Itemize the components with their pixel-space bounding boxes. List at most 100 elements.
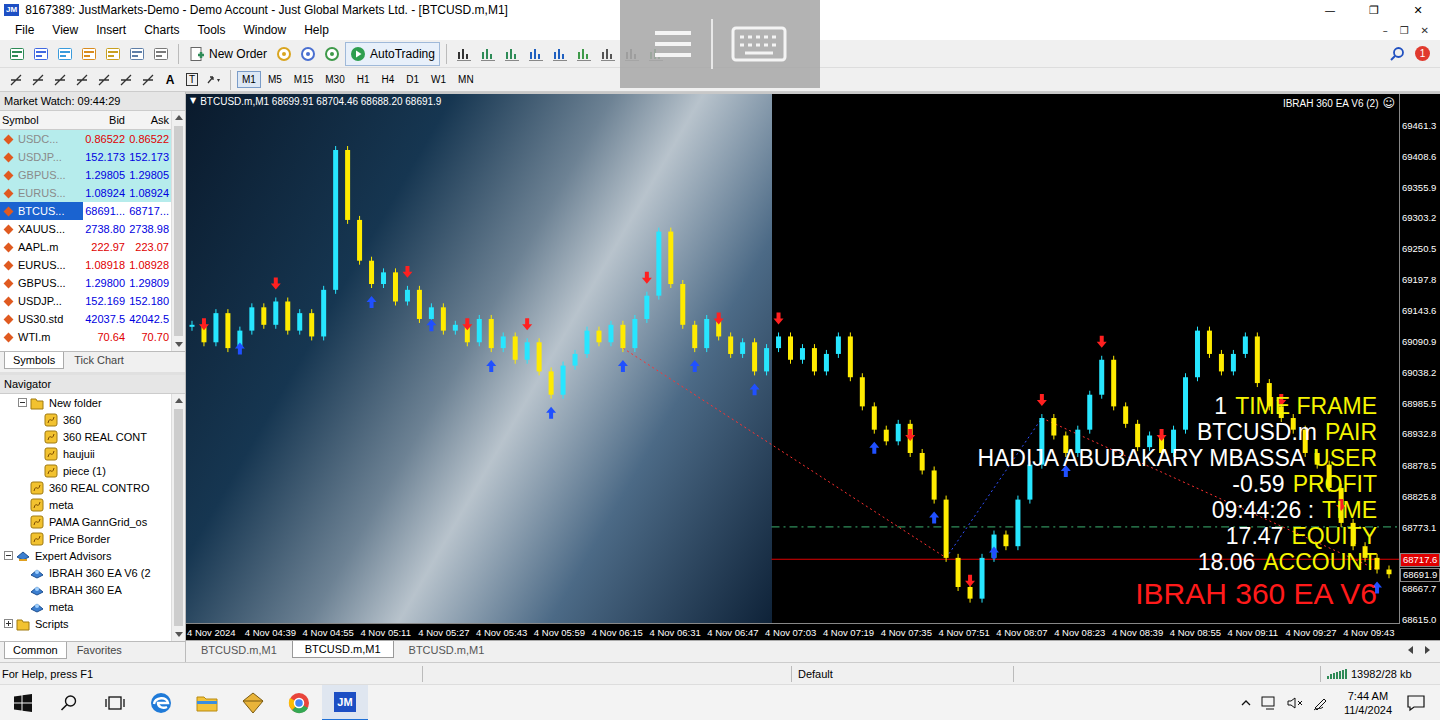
symbol-row[interactable]: WTI.m70.6470.70	[0, 328, 171, 346]
period-button[interactable]: H4	[377, 71, 400, 88]
navigator-item[interactable]: meta	[0, 496, 171, 513]
menu-item[interactable]: View	[43, 23, 87, 37]
vertical-line-icon[interactable]	[50, 70, 70, 90]
navigator-tab[interactable]: Common	[4, 642, 67, 659]
chart-tab[interactable]: BTCUSD.m,M1	[396, 641, 498, 659]
market-watch-tab[interactable]: Symbols	[4, 352, 64, 369]
metaeditor-icon[interactable]	[273, 43, 295, 65]
symbol-row[interactable]: BTCUS...68691...68717...	[0, 202, 171, 220]
column-header[interactable]: Bid	[83, 111, 127, 129]
new-order-button[interactable]: New Order	[185, 43, 271, 65]
package-taskbar-button[interactable]	[230, 685, 276, 720]
symbol-row[interactable]: XAUUS...2738.802738.98	[0, 220, 171, 238]
chart-tab[interactable]: BTCUSD.m,M1	[292, 641, 394, 658]
navigator-item[interactable]: 360	[0, 411, 171, 428]
period-button[interactable]: M30	[320, 71, 349, 88]
expander-icon[interactable]	[4, 619, 13, 628]
menu-item[interactable]: File	[6, 23, 43, 37]
network-icon[interactable]	[1260, 695, 1278, 711]
keyboard-icon[interactable]	[731, 26, 787, 62]
profiles-icon[interactable]	[30, 43, 52, 65]
horizontal-line-icon[interactable]	[72, 70, 92, 90]
symbol-row[interactable]: USDJP...152.173152.173	[0, 148, 171, 166]
line-chart-icon[interactable]	[501, 43, 523, 65]
notifications-icon[interactable]	[1406, 694, 1426, 712]
notification-badge[interactable]: 1	[1415, 46, 1430, 61]
speaker-muted-icon[interactable]	[1286, 695, 1304, 711]
mdi-control-button[interactable]: ✕	[1418, 25, 1432, 36]
symbol-row[interactable]: EURUS...1.089241.08924	[0, 184, 171, 202]
explorer-taskbar-button[interactable]	[184, 685, 230, 720]
expander-icon[interactable]	[18, 398, 27, 407]
bar-chart-icon[interactable]	[453, 43, 475, 65]
zoom-in-icon[interactable]	[525, 43, 547, 65]
clock[interactable]: 7:44 AM11/4/2024	[1338, 689, 1398, 717]
navigator-item[interactable]: haujuii	[0, 445, 171, 462]
market-icon[interactable]	[321, 43, 343, 65]
period-button[interactable]: MN	[453, 71, 479, 88]
symbol-row[interactable]: USDC...0.865220.86522	[0, 130, 171, 148]
tile-icon[interactable]	[573, 43, 595, 65]
column-header[interactable]: Ask	[127, 111, 171, 129]
edge-taskbar-button[interactable]	[138, 685, 184, 720]
navigator-item[interactable]: IBRAH 360 EA	[0, 581, 171, 598]
autoscroll-icon[interactable]	[597, 43, 619, 65]
navigator-item[interactable]: 360 REAL CONTRO	[0, 479, 171, 496]
menu-icon[interactable]	[653, 29, 693, 59]
data-window-icon[interactable]	[78, 43, 100, 65]
start-button[interactable]	[0, 685, 46, 720]
period-button[interactable]: M1	[237, 71, 261, 88]
navigator-item[interactable]: Scripts	[0, 615, 171, 632]
market-watch-tab[interactable]: Tick Chart	[66, 352, 132, 368]
search-icon[interactable]	[1389, 46, 1405, 62]
period-button[interactable]: H1	[352, 71, 375, 88]
channel-icon[interactable]	[116, 70, 136, 90]
navigator-tab[interactable]: Favorites	[69, 642, 130, 658]
period-button[interactable]: M5	[263, 71, 287, 88]
scrollbar[interactable]	[171, 111, 185, 351]
menu-item[interactable]: Tools	[189, 23, 235, 37]
trendline-icon[interactable]	[94, 70, 114, 90]
terminal-taskbar-button[interactable]: JM	[322, 685, 368, 720]
symbol-row[interactable]: GBPUS...1.298001.29809	[0, 274, 171, 292]
column-header[interactable]: Symbol	[0, 111, 83, 129]
navigator-item[interactable]: 360 REAL CONT	[0, 428, 171, 445]
signals-icon[interactable]	[297, 43, 319, 65]
menu-item[interactable]: Charts	[135, 23, 188, 37]
symbol-row[interactable]: US30.std42037.542042.5	[0, 310, 171, 328]
label-tool-button[interactable]: T	[182, 70, 202, 90]
navigator-item[interactable]: Expert Advisors	[0, 547, 171, 564]
terminal-icon[interactable]	[126, 43, 148, 65]
navigator-item[interactable]: Price Border	[0, 530, 171, 547]
text-tool-button[interactable]: A	[160, 70, 180, 90]
menu-item[interactable]: Help	[295, 23, 338, 37]
navigator-item[interactable]: PAMA GannGrid_os	[0, 513, 171, 530]
chrome-taskbar-button[interactable]	[276, 685, 322, 720]
crosshair-icon[interactable]	[28, 70, 48, 90]
market-watch-icon[interactable]	[54, 43, 76, 65]
task-view-button[interactable]	[92, 685, 138, 720]
chevron-up-icon[interactable]	[1240, 697, 1252, 709]
new-chart-icon[interactable]	[6, 43, 28, 65]
scroll-right-icon[interactable]	[1425, 646, 1430, 654]
navigator-icon[interactable]	[102, 43, 124, 65]
window-control-button[interactable]: ✕	[1396, 4, 1440, 17]
navigator-item[interactable]: piece (1)	[0, 462, 171, 479]
chart-tab[interactable]: BTCUSD.m,M1	[188, 641, 290, 659]
symbol-row[interactable]: AAPL.m222.97223.07	[0, 238, 171, 256]
chart-plot[interactable]: ▼BTCUSD.m,M1 68699.91 68704.46 68688.20 …	[186, 94, 1400, 623]
window-control-button[interactable]: ❐	[1352, 4, 1396, 17]
autotrading-button[interactable]: AutoTrading	[345, 42, 440, 66]
chart-window[interactable]: ▼BTCUSD.m,M1 68699.91 68704.46 68688.20 …	[186, 92, 1440, 640]
search-button[interactable]	[46, 685, 92, 720]
symbol-row[interactable]: USDJP...152.169152.180	[0, 292, 171, 310]
mdi-control-button[interactable]: –	[1380, 25, 1391, 36]
navigator-item[interactable]: meta	[0, 598, 171, 615]
cursor-icon[interactable]	[6, 70, 26, 90]
mdi-control-button[interactable]: ❐	[1397, 25, 1412, 36]
strategy-tester-icon[interactable]	[150, 43, 172, 65]
navigator-item[interactable]: IBRAH 360 EA V6 (2	[0, 564, 171, 581]
navigator-item[interactable]: New folder	[0, 394, 171, 411]
window-control-button[interactable]: —	[1308, 4, 1352, 17]
fibonacci-icon[interactable]	[138, 70, 158, 90]
